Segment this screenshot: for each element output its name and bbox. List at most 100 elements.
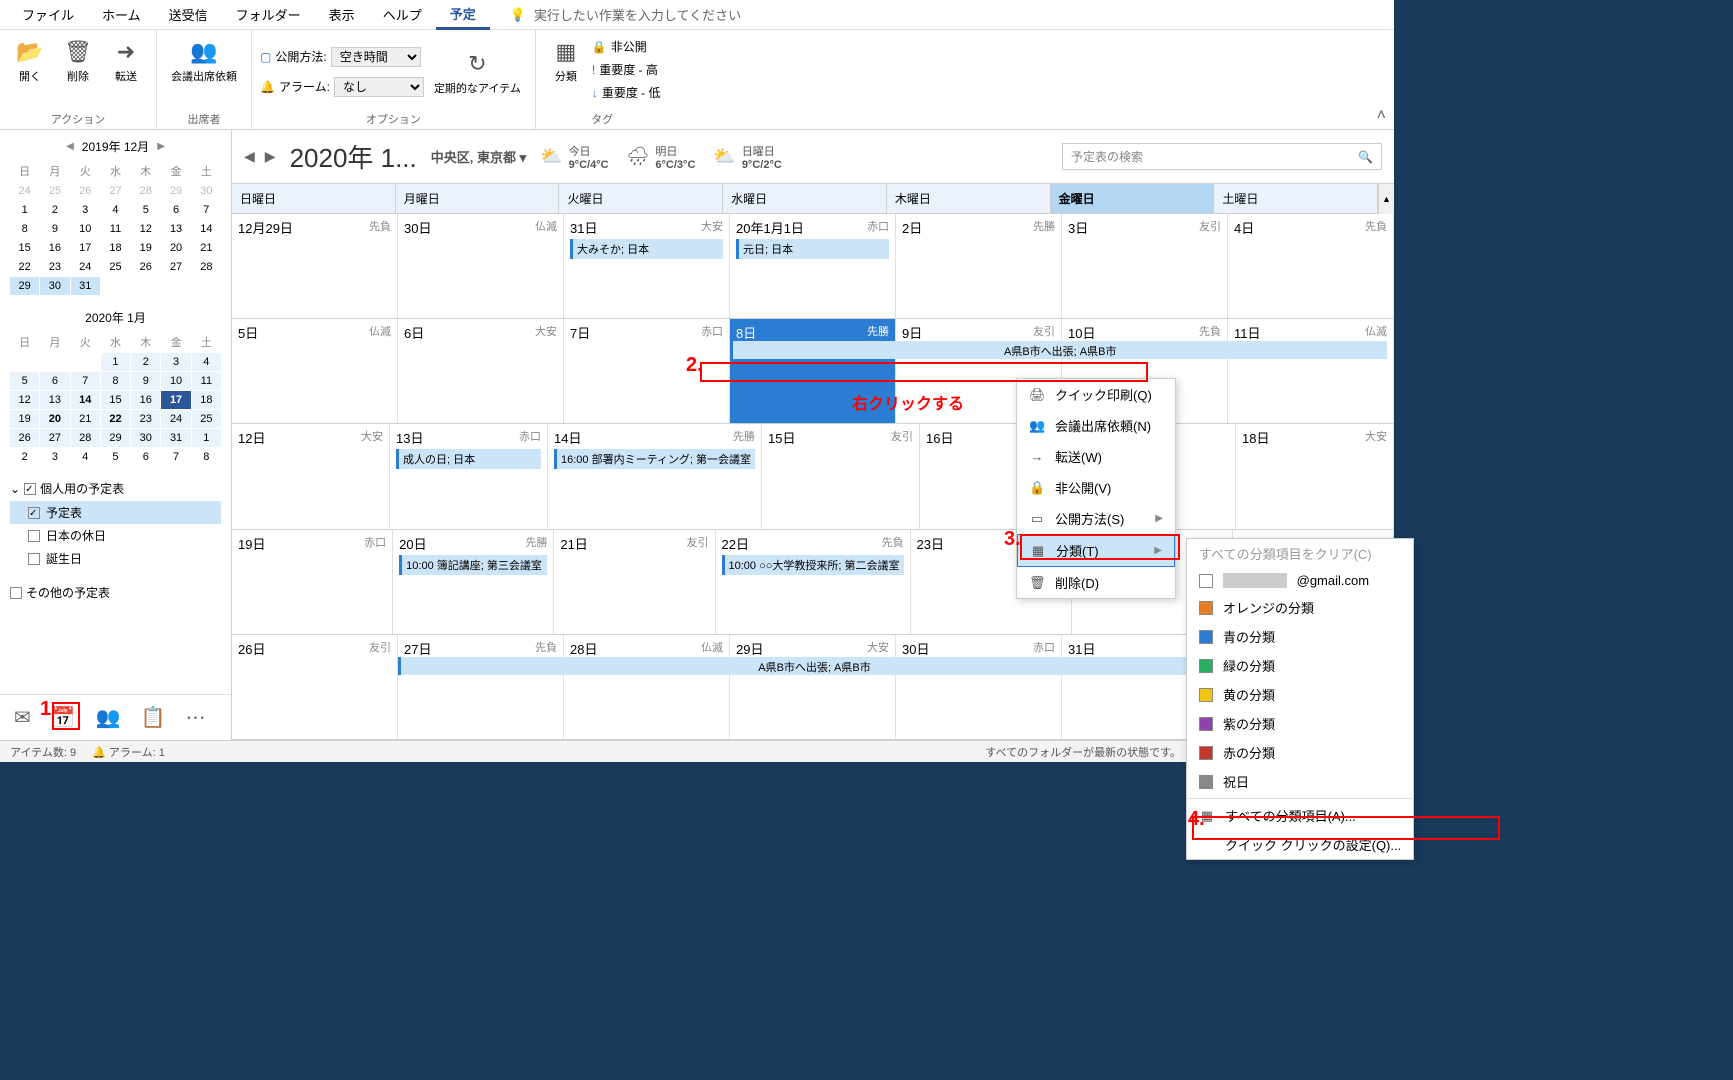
mini-cal-day[interactable]: 4 bbox=[101, 201, 130, 219]
mini-cal-day[interactable]: 7 bbox=[161, 448, 190, 466]
people-nav-icon[interactable]: 👥 bbox=[96, 705, 121, 730]
more-nav-icon[interactable]: ⋯ bbox=[185, 705, 205, 730]
mini-cal-day[interactable]: 15 bbox=[10, 239, 39, 257]
mini-cal-day[interactable]: 28 bbox=[131, 182, 160, 200]
mini-cal-day[interactable]: 9 bbox=[40, 220, 69, 238]
forward-button[interactable]: ➜転送 bbox=[104, 34, 148, 86]
menu-appointment[interactable]: 予定 bbox=[436, 0, 490, 30]
context-menu-item[interactable]: ▭ 公開方法(S) ▶ bbox=[1017, 503, 1175, 534]
mini-cal-day[interactable]: 14 bbox=[192, 220, 221, 238]
mini-cal-day[interactable]: 6 bbox=[131, 448, 160, 466]
calendar-event[interactable]: 元日; 日本 bbox=[736, 239, 889, 259]
calendar-event[interactable]: 10:00 ○○大学教授来所; 第二会議室 bbox=[722, 555, 904, 575]
mini-cal-day[interactable]: 30 bbox=[192, 182, 221, 200]
recurrence-button[interactable]: ↻定期的なアイテム bbox=[428, 46, 527, 98]
reminder-select[interactable]: なし bbox=[334, 77, 424, 97]
calendar-cell[interactable]: 12月29日 先負 bbox=[232, 214, 398, 318]
calendar-cell[interactable]: 22日 先負10:00 ○○大学教授来所; 第二会議室 bbox=[716, 530, 911, 634]
my-calendars-header[interactable]: ⌄ 個人用の予定表 bbox=[10, 476, 221, 501]
menu-help[interactable]: ヘルプ bbox=[369, 1, 436, 28]
context-menu-item[interactable]: → 転送(W) bbox=[1017, 441, 1175, 472]
prev-period-button[interactable]: ◀ bbox=[244, 148, 255, 165]
cat-item[interactable]: 祝日 bbox=[1187, 767, 1413, 796]
mini-cal-day[interactable]: 18 bbox=[192, 391, 221, 409]
mini-cal-day[interactable]: 21 bbox=[71, 410, 100, 428]
calendar-search-input[interactable]: 予定表の検索 🔍 bbox=[1062, 143, 1382, 170]
calendar-cell[interactable]: 30日 仏滅 bbox=[398, 214, 564, 318]
mini-cal-day[interactable]: 30 bbox=[131, 429, 160, 447]
calendar-list-item[interactable]: 予定表 bbox=[10, 501, 221, 524]
mini-cal-day[interactable]: 19 bbox=[10, 410, 39, 428]
calendar-cell[interactable]: 5日 仏滅 bbox=[232, 319, 398, 423]
mini-cal-day[interactable]: 22 bbox=[101, 410, 130, 428]
mini-cal-day[interactable]: 3 bbox=[71, 201, 100, 219]
mini-cal-day[interactable]: 9 bbox=[131, 372, 160, 390]
calendar-cell[interactable]: 4日 先負 bbox=[1228, 214, 1394, 318]
mini-cal-day[interactable]: 20 bbox=[40, 410, 69, 428]
context-menu-item[interactable]: 🔒 非公開(V) bbox=[1017, 472, 1175, 503]
mini-cal-day[interactable]: 24 bbox=[161, 410, 190, 428]
mini-cal-day[interactable]: 8 bbox=[192, 448, 221, 466]
span-event[interactable]: A県B市へ出張; A県B市 bbox=[398, 657, 1228, 675]
calendar-cell[interactable]: 20年1月1日 赤口元日; 日本 bbox=[730, 214, 896, 318]
calendar-cell[interactable]: 15日 友引 bbox=[762, 424, 920, 528]
mini-cal-day[interactable]: 23 bbox=[131, 410, 160, 428]
mini-cal-day[interactable]: 17 bbox=[71, 239, 100, 257]
mini-cal-day[interactable]: 1 bbox=[192, 429, 221, 447]
next-period-button[interactable]: ▶ bbox=[265, 148, 276, 165]
mini-cal-day[interactable]: 18 bbox=[101, 239, 130, 257]
mail-nav-icon[interactable]: ✉ bbox=[14, 705, 31, 730]
mini-cal-day[interactable]: 25 bbox=[192, 410, 221, 428]
context-menu-item[interactable]: ▦ 分類(T) ▶ bbox=[1017, 534, 1175, 567]
cat-item[interactable]: 緑の分類 bbox=[1187, 651, 1413, 680]
mini-cal-day[interactable]: 6 bbox=[161, 201, 190, 219]
mini-cal-day[interactable]: 24 bbox=[71, 258, 100, 276]
calendar-cell[interactable]: 21日 友引 bbox=[554, 530, 715, 634]
scrollbar-stub[interactable]: ▲ bbox=[1378, 184, 1394, 214]
checkbox-icon[interactable] bbox=[28, 507, 40, 519]
calendar-cell[interactable]: 6日 大安 bbox=[398, 319, 564, 423]
cat-all[interactable]: ▦すべての分類項目(A)... bbox=[1187, 801, 1413, 830]
mini-cal-day[interactable]: 27 bbox=[101, 182, 130, 200]
ribbon-collapse-button[interactable]: ˄ bbox=[1369, 103, 1394, 129]
mini-cal-day[interactable]: 27 bbox=[161, 258, 190, 276]
menu-home[interactable]: ホーム bbox=[88, 1, 155, 28]
mini-cal-day[interactable]: 1 bbox=[101, 353, 130, 371]
calendar-cell[interactable]: 3日 友引 bbox=[1062, 214, 1228, 318]
calendar-list-item[interactable]: 日本の休日 bbox=[10, 524, 221, 547]
calendar-event[interactable]: 成人の日; 日本 bbox=[396, 449, 541, 469]
calendar-event[interactable]: 16:00 部署内ミーティング; 第一会議室 bbox=[554, 449, 755, 469]
mini-cal-day[interactable]: 4 bbox=[192, 353, 221, 371]
mini-cal-day[interactable]: 29 bbox=[161, 182, 190, 200]
menu-folder[interactable]: フォルダー bbox=[222, 1, 315, 28]
calendar-cell[interactable]: 14日 先勝16:00 部署内ミーティング; 第一会議室 bbox=[548, 424, 762, 528]
calendar-cell[interactable]: 13日 赤口成人の日; 日本 bbox=[390, 424, 548, 528]
mini-cal-day[interactable]: 5 bbox=[131, 201, 160, 219]
mini-cal-day[interactable]: 2 bbox=[40, 201, 69, 219]
mini-cal-day[interactable] bbox=[131, 277, 160, 295]
mini-cal-day[interactable] bbox=[10, 353, 39, 371]
mini-cal-day[interactable]: 13 bbox=[40, 391, 69, 409]
mini-cal-day[interactable]: 23 bbox=[40, 258, 69, 276]
calendar-event[interactable]: 10:00 簿記講座; 第三会議室 bbox=[399, 555, 547, 575]
calendar-cell[interactable]: 2日 先勝 bbox=[896, 214, 1062, 318]
cat-item[interactable]: 赤の分類 bbox=[1187, 738, 1413, 767]
calendar-cell[interactable]: 7日 赤口 bbox=[564, 319, 730, 423]
cat-item[interactable]: 黄の分類 bbox=[1187, 680, 1413, 709]
mini-cal-next[interactable]: ▶ bbox=[157, 141, 165, 152]
calendar-cell[interactable]: 8日 先勝 bbox=[730, 319, 896, 423]
meeting-request-button[interactable]: 👥会議出席依頼 bbox=[165, 34, 243, 86]
mini-cal-day[interactable]: 3 bbox=[161, 353, 190, 371]
mini-cal-day[interactable]: 28 bbox=[192, 258, 221, 276]
cat-item[interactable]: 青の分類 bbox=[1187, 622, 1413, 651]
mini-cal-day[interactable]: 7 bbox=[71, 372, 100, 390]
mini-cal-day[interactable]: 14 bbox=[71, 391, 100, 409]
calendar-cell[interactable]: 31日 大安大みそか; 日本 bbox=[564, 214, 730, 318]
mini-cal-day[interactable]: 21 bbox=[192, 239, 221, 257]
cat-clear[interactable]: すべての分類項目をクリア(C) bbox=[1187, 539, 1413, 568]
calendar-cell[interactable]: 26日 友引 bbox=[232, 635, 398, 739]
mini-cal-day[interactable]: 11 bbox=[101, 220, 130, 238]
open-button[interactable]: 📂開く bbox=[8, 34, 52, 86]
mini-cal-day[interactable] bbox=[192, 277, 221, 295]
calendar-cell[interactable]: 28日 仏滅 bbox=[564, 635, 730, 739]
